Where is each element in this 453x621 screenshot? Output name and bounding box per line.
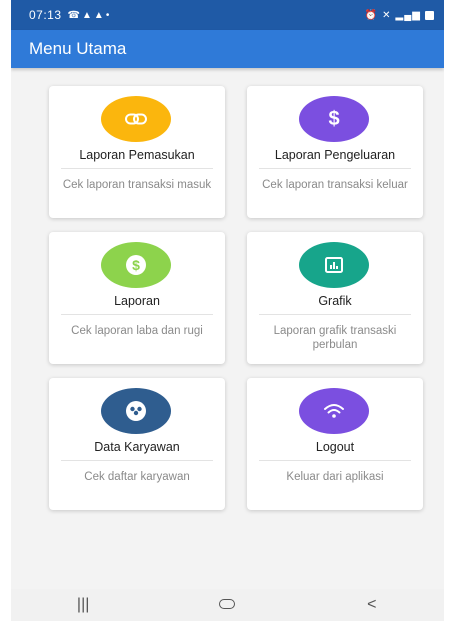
- dot-icon: •: [105, 9, 112, 21]
- status-bar: 07:13 ☎▲▲• ⏰ ✕ ▂▄▆: [11, 0, 444, 30]
- card-title: Logout: [315, 440, 355, 454]
- card-description: Keluar dari aplikasi: [286, 471, 384, 483]
- money-icon: $: [101, 242, 171, 288]
- app-bar: Menu Utama: [11, 30, 444, 68]
- card-description: Cek laporan laba dan rugi: [71, 325, 203, 337]
- card-laporan[interactable]: $ Laporan Cek laporan laba dan rugi: [49, 232, 225, 364]
- status-right-icons: ⏰ ✕ ▂▄▆: [365, 10, 434, 21]
- divider: [259, 460, 411, 461]
- dollar-icon: $: [299, 96, 369, 142]
- recent-apps-icon[interactable]: |||: [53, 596, 113, 614]
- people-icon: [101, 388, 171, 434]
- mute-icon: ✕: [382, 9, 392, 21]
- card-title: Data Karyawan: [94, 440, 180, 454]
- card-grafik[interactable]: Grafik Laporan grafik transaski perbulan: [247, 232, 423, 364]
- card-title: Laporan Pengeluaran: [274, 148, 396, 162]
- card-laporan-pemasukan[interactable]: Laporan Pemasukan Cek laporan transaksi …: [49, 86, 225, 218]
- card-description: Cek laporan transaksi masuk: [62, 179, 212, 191]
- signal-icon: ▂▄▆: [395, 9, 421, 21]
- card-logout[interactable]: Logout Keluar dari aplikasi: [247, 378, 423, 510]
- battery-icon: [425, 10, 434, 20]
- card-data-karyawan[interactable]: Data Karyawan Cek daftar karyawan: [49, 378, 225, 510]
- home-icon[interactable]: [197, 596, 257, 614]
- card-description: Cek laporan transaksi keluar: [262, 179, 408, 191]
- card-title: Grafik: [318, 294, 352, 308]
- page-title: Menu Utama: [29, 39, 127, 58]
- phone-screen: 07:13 ☎▲▲• ⏰ ✕ ▂▄▆ Menu Utama Laporan Pe…: [11, 0, 444, 621]
- card-title: Laporan Pemasukan: [79, 148, 195, 162]
- divider: [61, 314, 213, 315]
- status-time: 07:13: [29, 8, 62, 22]
- chart-icon: [299, 242, 369, 288]
- warning-icon: ▲: [82, 9, 94, 21]
- phone-icon: ☎: [67, 9, 82, 21]
- warning-icon: ▲: [93, 9, 106, 21]
- link-icon: [101, 96, 171, 142]
- back-icon[interactable]: <: [342, 596, 402, 614]
- wifi-icon: [299, 388, 369, 434]
- alarm-icon: ⏰: [364, 9, 379, 21]
- card-title: Laporan: [114, 294, 160, 308]
- status-left-icons: ☎▲▲•: [68, 10, 112, 21]
- card-description: Cek daftar karyawan: [84, 471, 190, 483]
- divider: [259, 168, 411, 169]
- system-nav-bar: ||| <: [11, 589, 444, 621]
- divider: [259, 314, 411, 315]
- divider: [61, 168, 213, 169]
- card-description: Laporan grafik transaski perbulan: [273, 325, 397, 351]
- divider: [61, 460, 213, 461]
- card-laporan-pengeluaran[interactable]: $ Laporan Pengeluaran Cek laporan transa…: [247, 86, 423, 218]
